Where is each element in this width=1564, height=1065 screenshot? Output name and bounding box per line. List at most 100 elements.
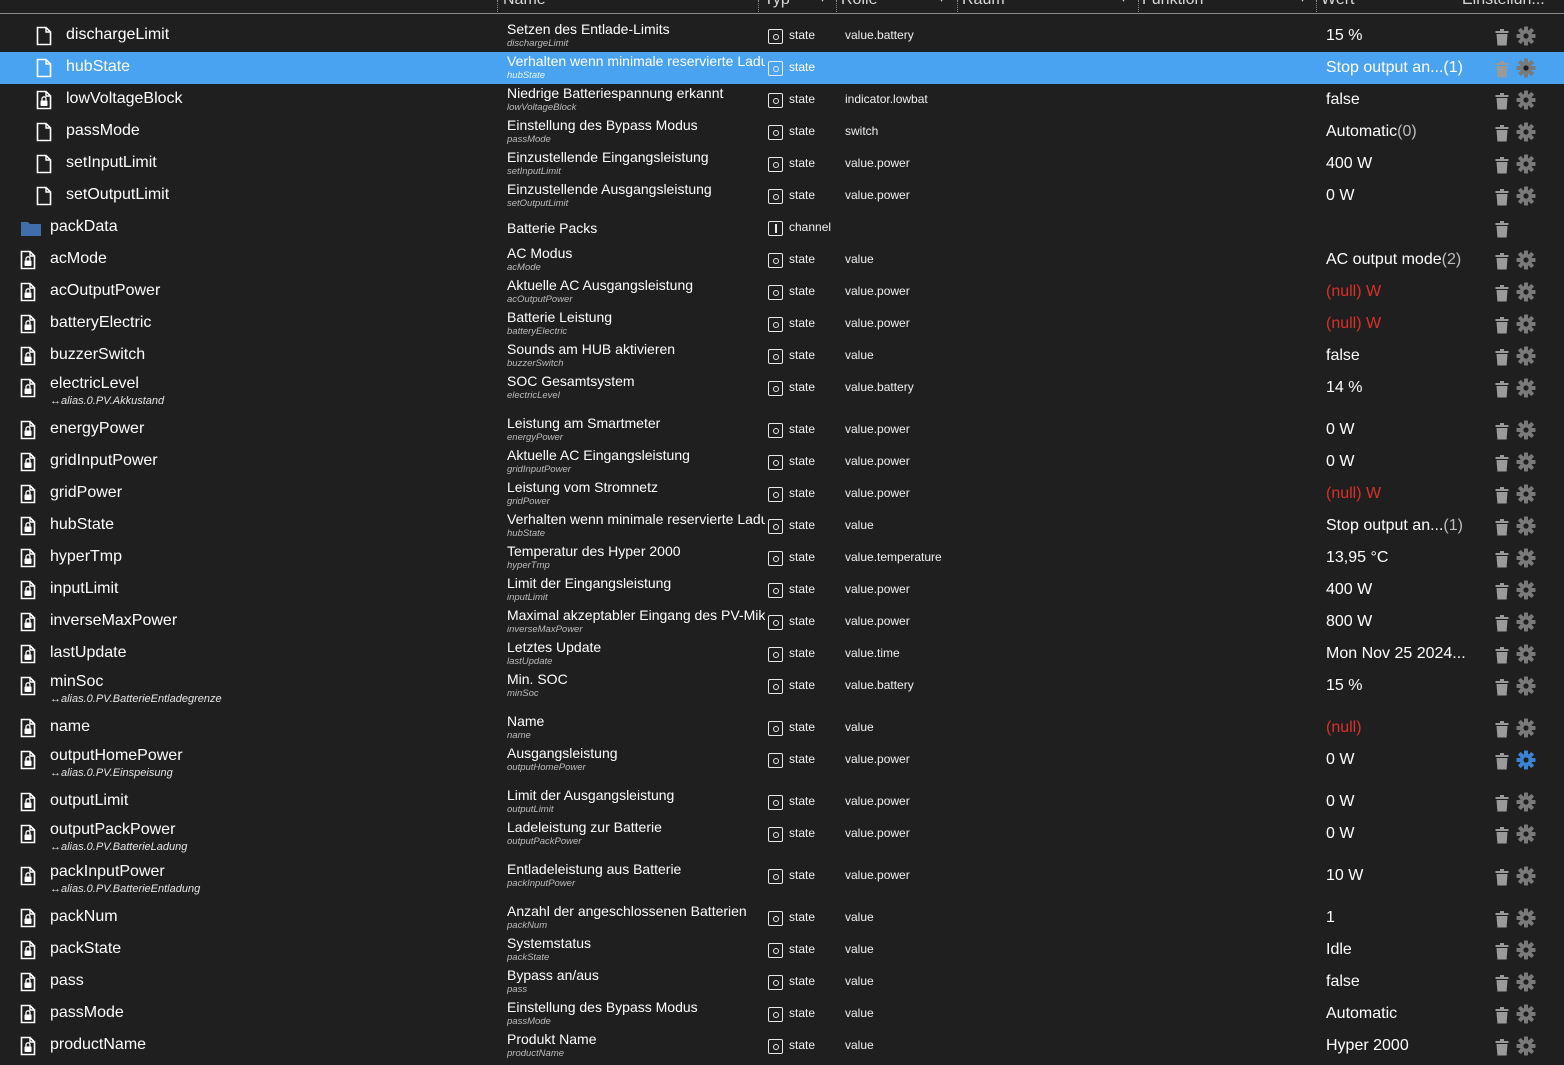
object-id[interactable]: hubState [66, 58, 130, 76]
gear-icon[interactable] [1516, 452, 1536, 472]
object-name[interactable]: Systemstatus [507, 935, 765, 951]
object-id[interactable]: acOutputPower [50, 282, 160, 300]
table-row[interactable]: setInputLimit Einzustellende Eingangsleis… [0, 148, 1564, 180]
table-row[interactable]: packData Batterie Packs channel [0, 212, 1564, 244]
object-role[interactable]: value [845, 348, 874, 362]
object-value[interactable]: 800 W [1326, 613, 1372, 631]
object-value[interactable]: 10 W [1326, 867, 1363, 885]
object-role[interactable]: value [845, 1038, 874, 1052]
table-row[interactable]: passMode Einstellung des Bypass Modus pass… [0, 116, 1564, 148]
trash-icon[interactable] [1495, 869, 1509, 886]
gear-icon[interactable] [1516, 26, 1536, 46]
trash-icon[interactable] [1495, 93, 1509, 110]
gear-icon[interactable] [1516, 644, 1536, 664]
gear-icon[interactable] [1516, 972, 1536, 992]
object-value[interactable]: 15 % [1326, 27, 1362, 45]
object-role[interactable]: value.battery [845, 678, 914, 692]
column-resizer[interactable] [836, 0, 837, 13]
object-id[interactable]: pass [50, 972, 84, 990]
object-role[interactable]: value.power [845, 316, 910, 330]
object-value[interactable]: 0 W [1326, 793, 1354, 811]
alias-link[interactable]: ↔alias.0.PV.BatterieLadung [50, 841, 187, 853]
object-id[interactable]: gridInputPower [50, 452, 158, 470]
object-role[interactable]: value [845, 974, 874, 988]
trash-icon[interactable] [1495, 827, 1509, 844]
trash-icon[interactable] [1495, 29, 1509, 46]
trash-icon[interactable] [1495, 349, 1509, 366]
object-role[interactable]: value.power [845, 826, 910, 840]
gear-icon[interactable] [1516, 516, 1536, 536]
object-value[interactable]: 13,95 °C [1326, 549, 1388, 567]
object-role[interactable]: value.power [845, 422, 910, 436]
object-value[interactable]: false [1326, 347, 1360, 365]
gear-icon[interactable] [1516, 122, 1536, 142]
object-value[interactable]: Automatic [1326, 1005, 1397, 1023]
object-value[interactable]: false [1326, 91, 1360, 109]
trash-icon[interactable] [1495, 615, 1509, 632]
object-value[interactable]: 15 % [1326, 677, 1362, 695]
gear-icon[interactable] [1516, 420, 1536, 440]
object-name[interactable]: Verhalten wenn minimale reservierte Ladu… [507, 511, 765, 527]
table-row[interactable]: packState Systemstatus packState state value… [0, 934, 1564, 966]
gear-icon[interactable] [1516, 90, 1536, 110]
object-name[interactable]: Aktuelle AC Ausgangsleistung [507, 277, 765, 293]
object-id[interactable]: dischargeLimit [66, 26, 169, 44]
table-row[interactable]: inputLimit Limit der Eingangsleistung inpu… [0, 574, 1564, 606]
object-id[interactable]: outputLimit [50, 792, 128, 810]
column-resizer[interactable] [497, 0, 498, 13]
object-name[interactable]: Maximal akzeptabler Eingang des PV-Mikro… [507, 607, 765, 623]
chevron-down-icon[interactable]: ▾ [1121, 0, 1126, 5]
gear-icon[interactable] [1516, 58, 1536, 78]
gear-icon[interactable] [1516, 484, 1536, 504]
table-row[interactable]: acOutputPower Aktuelle AC Ausgangsleistun… [0, 276, 1564, 308]
gear-icon[interactable] [1516, 824, 1536, 844]
object-id[interactable]: passMode [66, 122, 140, 140]
object-role[interactable]: value.temperature [845, 550, 942, 564]
table-row[interactable]: hubState Verhalten wenn minimale reservie… [0, 52, 1564, 84]
object-role[interactable]: value.power [845, 454, 910, 468]
trash-icon[interactable] [1495, 221, 1509, 238]
object-value[interactable]: 400 W [1326, 581, 1372, 599]
object-name[interactable]: Temperatur des Hyper 2000 [507, 543, 765, 559]
trash-icon[interactable] [1495, 795, 1509, 812]
table-row[interactable]: buzzerSwitch Sounds am HUB aktivieren buzz… [0, 340, 1564, 372]
table-row[interactable]: inverseMaxPower Maximal akzeptabler Einga… [0, 606, 1564, 638]
trash-icon[interactable] [1495, 519, 1509, 536]
trash-icon[interactable] [1495, 455, 1509, 472]
object-value[interactable]: 400 W [1326, 155, 1372, 173]
object-id[interactable]: minSoc [50, 673, 103, 691]
object-name[interactable]: Einzustellende Eingangsleistung [507, 149, 765, 165]
table-row[interactable]: pass Bypass an/aus pass state value false [0, 966, 1564, 998]
object-role[interactable]: value [845, 720, 874, 734]
table-row[interactable]: outputHomePower ↔alias.0.PV.Einspeisung Au… [0, 744, 1564, 786]
object-id[interactable]: batteryElectric [50, 314, 151, 332]
gear-icon[interactable] [1516, 940, 1536, 960]
gear-icon[interactable] [1516, 186, 1536, 206]
gear-icon[interactable] [1516, 378, 1536, 398]
table-row[interactable]: setOutputLimit Einzustellende Ausgangslei… [0, 180, 1564, 212]
object-role[interactable]: value.power [845, 794, 910, 808]
object-name[interactable]: Einzustellende Ausgangsleistung [507, 181, 765, 197]
gear-icon[interactable] [1516, 676, 1536, 696]
object-value[interactable]: 0 W [1326, 421, 1354, 439]
trash-icon[interactable] [1495, 647, 1509, 664]
object-name[interactable]: Letztes Update [507, 639, 765, 655]
gear-icon[interactable] [1516, 750, 1536, 770]
column-header-type[interactable]: Typ [764, 0, 814, 13]
object-id[interactable]: packData [50, 218, 118, 236]
object-role[interactable]: indicator.lowbat [845, 92, 928, 106]
table-row[interactable]: outputLimit Limit der Ausgangsleistung out… [0, 786, 1564, 818]
object-value[interactable]: 0 W [1326, 453, 1354, 471]
object-id[interactable]: packNum [50, 908, 118, 926]
table-row[interactable]: outputPackPower ↔alias.0.PV.BatterieLadun… [0, 818, 1564, 860]
object-name[interactable]: Limit der Ausgangsleistung [507, 787, 765, 803]
object-value[interactable]: (null) W [1326, 485, 1381, 503]
object-id[interactable]: setOutputLimit [66, 186, 169, 204]
object-value[interactable]: (null) W [1326, 283, 1381, 301]
object-value[interactable]: false [1326, 973, 1360, 991]
column-resizer[interactable] [758, 0, 759, 13]
gear-icon[interactable] [1516, 314, 1536, 334]
table-row[interactable]: energyPower Leistung am Smartmeter energyP… [0, 414, 1564, 446]
trash-icon[interactable] [1495, 911, 1509, 928]
object-name[interactable]: Sounds am HUB aktivieren [507, 341, 765, 357]
